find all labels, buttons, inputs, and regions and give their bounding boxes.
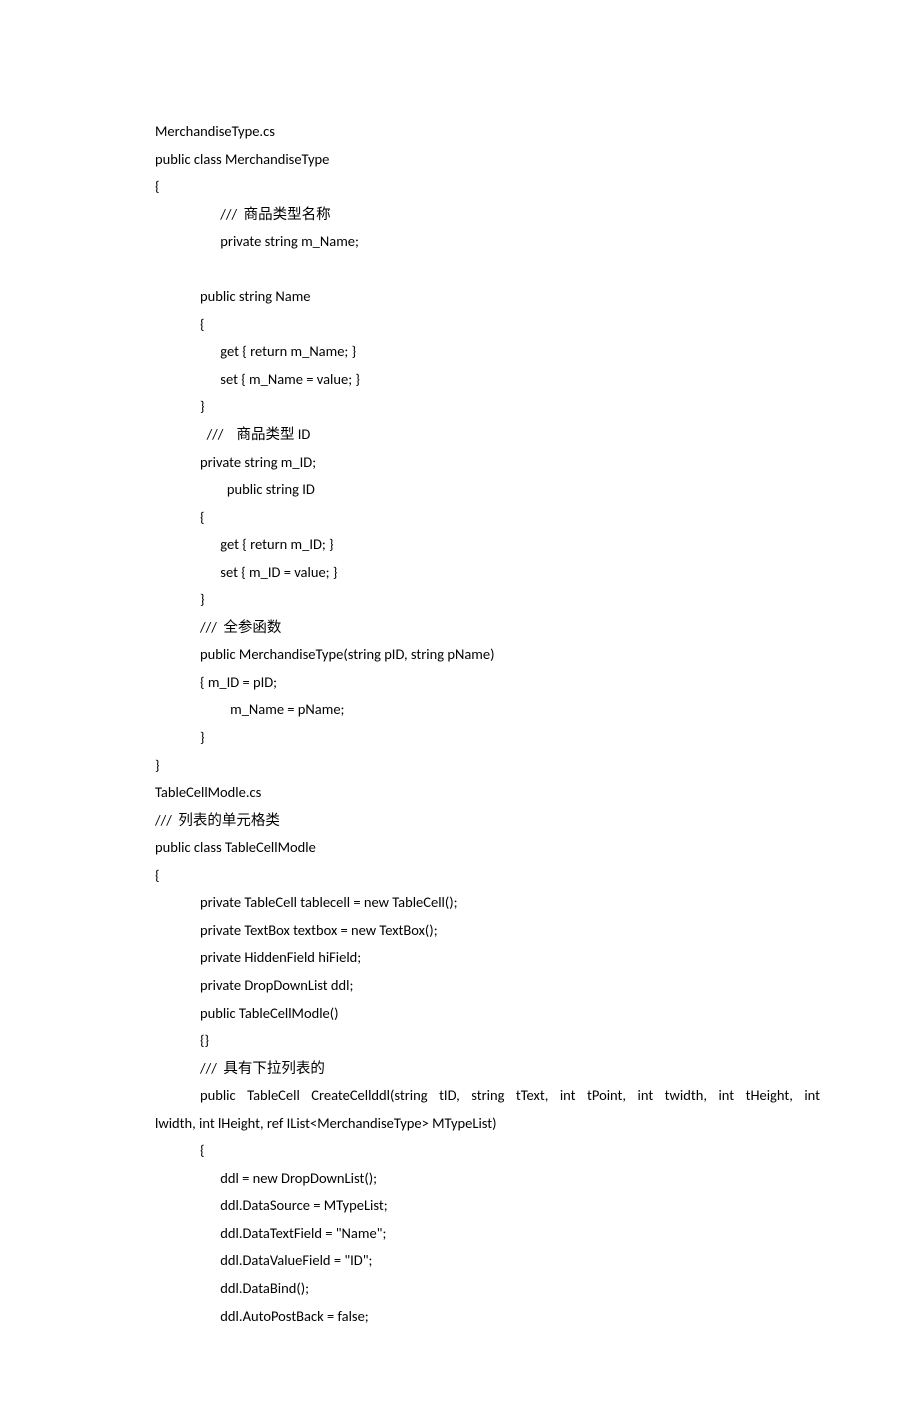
- code-line: public TableCellModle(): [155, 1000, 820, 1028]
- code-line: ddl.DataBind();: [155, 1275, 820, 1303]
- code-line: {: [155, 504, 820, 532]
- code-block: MerchandiseType.cspublic class Merchandi…: [155, 118, 820, 1330]
- code-line: private TextBox textbox = new TextBox();: [155, 917, 820, 945]
- code-line: /// 列表的单元格类: [155, 807, 820, 835]
- document-page: MerchandiseType.cspublic class Merchandi…: [0, 0, 920, 1410]
- code-line: ddl.DataValueField = "ID";: [155, 1247, 820, 1275]
- code-line: /// 商品类型 ID: [155, 421, 820, 449]
- code-line: {}: [155, 1027, 820, 1055]
- code-line: MerchandiseType.cs: [155, 118, 820, 146]
- code-line: ddl = new DropDownList();: [155, 1165, 820, 1193]
- code-line: public string ID: [155, 476, 820, 504]
- code-line: ddl.DataSource = MTypeList;: [155, 1192, 820, 1220]
- code-line: public MerchandiseType(string pID, strin…: [155, 641, 820, 669]
- code-line: m_Name = pName;: [155, 696, 820, 724]
- code-line: private HiddenField hiField;: [155, 944, 820, 972]
- code-line: ddl.DataTextField = "Name";: [155, 1220, 820, 1248]
- code-line: ddl.AutoPostBack = false;: [155, 1303, 820, 1331]
- code-line: private string m_Name;: [155, 228, 820, 256]
- code-line: public TableCell CreateCellddl(string tI…: [155, 1082, 820, 1110]
- code-line: private DropDownList ddl;: [155, 972, 820, 1000]
- code-line: lwidth, int lHeight, ref IList<Merchandi…: [155, 1110, 820, 1138]
- code-line: /// 全参函数: [155, 614, 820, 642]
- code-line: /// 具有下拉列表的: [155, 1055, 820, 1083]
- code-line: [155, 256, 820, 284]
- code-line: }: [155, 393, 820, 421]
- code-line: TableCellModle.cs: [155, 779, 820, 807]
- code-line: get { return m_Name; }: [155, 338, 820, 366]
- code-line: set { m_Name = value; }: [155, 366, 820, 394]
- code-line: }: [155, 724, 820, 752]
- code-line: { m_ID = pID;: [155, 669, 820, 697]
- code-line: public class MerchandiseType: [155, 146, 820, 174]
- code-line: {: [155, 1137, 820, 1165]
- code-line: {: [155, 311, 820, 339]
- code-line: public class TableCellModle: [155, 834, 820, 862]
- code-line: private TableCell tablecell = new TableC…: [155, 889, 820, 917]
- code-line: private string m_ID;: [155, 449, 820, 477]
- code-line: public string Name: [155, 283, 820, 311]
- code-line: get { return m_ID; }: [155, 531, 820, 559]
- code-line: }: [155, 586, 820, 614]
- code-line: /// 商品类型名称: [155, 201, 820, 229]
- code-line: {: [155, 862, 820, 890]
- code-line: }: [155, 752, 820, 780]
- code-line: set { m_ID = value; }: [155, 559, 820, 587]
- code-line: {: [155, 173, 820, 201]
